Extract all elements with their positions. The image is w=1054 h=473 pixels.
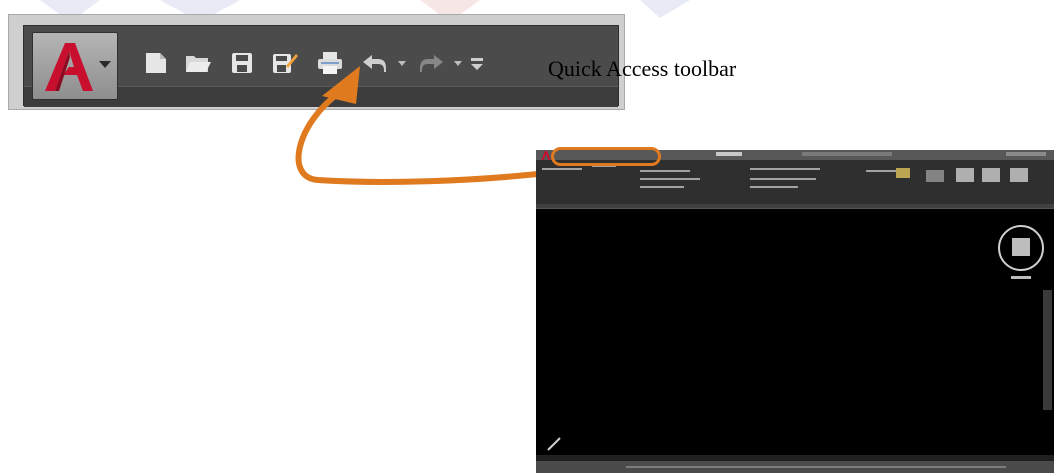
viewcube-face[interactable]: [1012, 238, 1030, 256]
autocad-window-screenshot: [536, 150, 1054, 473]
application-menu-button[interactable]: [32, 32, 118, 100]
status-bar: [536, 461, 1054, 473]
open-folder-icon[interactable]: [184, 50, 212, 76]
viewcube-icon[interactable]: [998, 225, 1044, 271]
quick-access-toolbar: [23, 25, 619, 107]
callout-label: Quick Access toolbar: [548, 56, 737, 81]
navigation-bar[interactable]: [1043, 290, 1052, 410]
slide: { "callout": { "label": "Quick Access to…: [0, 0, 1054, 473]
customize-toolbar-icon[interactable]: [468, 50, 486, 76]
ribbon: [536, 160, 1054, 209]
undo-dropdown-icon[interactable]: [398, 61, 406, 66]
redo-icon[interactable]: [418, 50, 446, 76]
quick-access-toolbar-highlight: [551, 147, 661, 166]
quick-access-toolbar-zoom: [8, 14, 625, 110]
new-file-icon[interactable]: [142, 50, 170, 76]
wcs-label: [1011, 276, 1031, 279]
save-as-icon[interactable]: [270, 50, 298, 76]
autocad-logo-icon: [45, 43, 93, 91]
ucs-icon: [547, 437, 561, 451]
redo-dropdown-icon[interactable]: [454, 61, 462, 66]
chevron-down-icon: [99, 61, 111, 68]
undo-icon[interactable]: [360, 50, 388, 76]
save-icon[interactable]: [228, 50, 256, 76]
plot-printer-icon[interactable]: [316, 50, 344, 76]
